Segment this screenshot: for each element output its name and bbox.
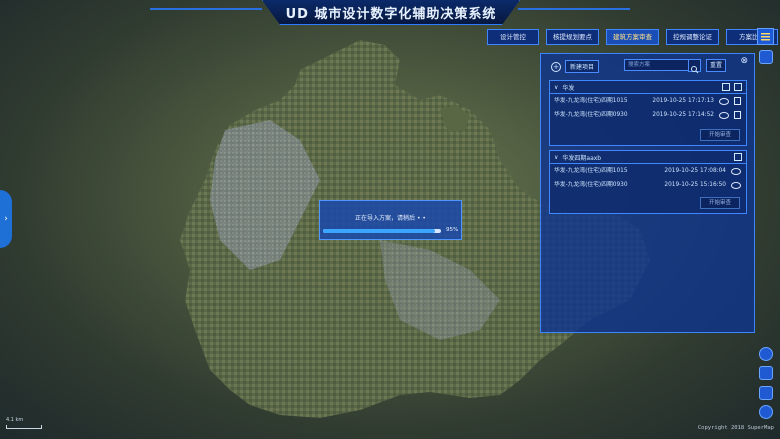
group-header[interactable]: ∨ 华发四期aaxb bbox=[550, 151, 746, 164]
design-control-button[interactable]: 设计管控 bbox=[487, 29, 539, 45]
chevron-down-icon: ∨ bbox=[554, 83, 559, 91]
scheme-datetime: 2019-10-25 17:17:13 bbox=[652, 98, 714, 104]
copyright-text: Copyright 2018 SuperMap bbox=[697, 425, 774, 431]
eye-icon[interactable] bbox=[719, 112, 729, 119]
progress-text: 正在导入方案，请稍后 • • bbox=[355, 215, 426, 222]
list-item[interactable]: 华发-九龙湾(住宅)四期0930 2019-10-25 17:14:52 bbox=[550, 108, 746, 122]
eye-icon[interactable] bbox=[719, 98, 729, 105]
scale-bar bbox=[6, 425, 42, 429]
scheme-group: ∨ 华发四期aaxb 华发-九龙湾(住宅)四期1015 2019-10-25 1… bbox=[549, 150, 747, 214]
layers-icon[interactable] bbox=[759, 50, 773, 64]
scheme-panel: ⊗ + 新建项目 重置 ∨ 华发 华发-九龙湾(住宅)四期1015 2019-1… bbox=[540, 53, 755, 333]
scheme-datetime: 2019-10-25 17:08:04 bbox=[664, 168, 726, 174]
chevron-down-icon: ∨ bbox=[554, 153, 559, 161]
search-input[interactable] bbox=[624, 59, 690, 71]
title-bar: UD 城市设计数字化辅助决策系统 bbox=[262, 0, 520, 25]
group-name: 华发 bbox=[562, 84, 575, 92]
compass-icon[interactable] bbox=[759, 386, 773, 400]
app-title: UD 城市设计数字化辅助决策系统 bbox=[285, 6, 497, 22]
eye-icon[interactable] bbox=[731, 168, 741, 175]
start-review-button[interactable]: 开始审查 bbox=[700, 129, 740, 141]
regulation-adjust-button[interactable]: 控规调整论证 bbox=[666, 29, 719, 45]
planning-points-button[interactable]: 核提规划要点 bbox=[546, 29, 599, 45]
title-wing-left bbox=[150, 8, 262, 10]
expand-left-tab[interactable]: › bbox=[0, 190, 12, 248]
search-icon[interactable] bbox=[688, 59, 701, 74]
chevron-right-icon: › bbox=[4, 214, 8, 224]
new-project-button[interactable]: + 新建项目 bbox=[551, 60, 600, 73]
zoom-icon[interactable] bbox=[759, 405, 773, 419]
start-review-button[interactable]: 开始审查 bbox=[700, 197, 740, 209]
progress-bar bbox=[323, 229, 441, 233]
group-header[interactable]: ∨ 华发 bbox=[550, 81, 746, 94]
list-icon[interactable] bbox=[757, 28, 774, 45]
progress-bar-fill bbox=[323, 229, 436, 233]
scheme-name: 华发-九龙湾(住宅)四期1015 bbox=[554, 168, 628, 174]
group-name: 华发四期aaxb bbox=[562, 154, 602, 162]
building-review-button[interactable]: 建筑方案审查 bbox=[606, 29, 659, 45]
scheme-name: 华发-九龙湾(住宅)四期1015 bbox=[554, 98, 628, 104]
scheme-datetime: 2019-10-25 17:14:52 bbox=[652, 112, 714, 118]
scheme-datetime: 2019-10-25 15:16:50 bbox=[664, 182, 726, 188]
info-icon[interactable] bbox=[759, 347, 773, 361]
close-icon[interactable]: ⊗ bbox=[740, 56, 748, 66]
trash-icon[interactable] bbox=[734, 97, 741, 105]
progress-percent: 95% bbox=[446, 227, 459, 233]
scheme-group: ∨ 华发 华发-九龙湾(住宅)四期1015 2019-10-25 17:17:1… bbox=[549, 80, 747, 146]
trash-icon[interactable] bbox=[734, 111, 741, 119]
reset-button[interactable]: 重置 bbox=[706, 59, 727, 72]
camera-icon[interactable] bbox=[759, 366, 773, 380]
scheme-name: 华发-九龙湾(住宅)四期0930 bbox=[554, 182, 628, 188]
scheme-name: 华发-九龙湾(住宅)四期0930 bbox=[554, 112, 628, 118]
trash-icon[interactable] bbox=[734, 83, 742, 91]
edit-icon[interactable] bbox=[734, 153, 742, 161]
edit-icon[interactable] bbox=[722, 83, 730, 91]
list-item[interactable]: 华发-九龙湾(住宅)四期0930 2019-10-25 15:16:50 bbox=[550, 178, 746, 192]
new-project-label: 新建项目 bbox=[565, 60, 600, 73]
scale-label: 4.1 km bbox=[6, 417, 24, 423]
list-item[interactable]: 华发-九龙湾(住宅)四期1015 2019-10-25 17:17:13 bbox=[550, 94, 746, 108]
plus-icon: + bbox=[551, 61, 561, 72]
eye-icon[interactable] bbox=[731, 182, 741, 189]
import-progress-dialog: 正在导入方案，请稍后 • • 95% bbox=[319, 200, 462, 240]
top-toolbar: 设计管控 核提规划要点 建筑方案审查 控规调整论证 方案比选 bbox=[487, 29, 778, 45]
title-wing-right bbox=[518, 8, 630, 10]
list-item[interactable]: 华发-九龙湾(住宅)四期1015 2019-10-25 17:08:04 bbox=[550, 164, 746, 178]
